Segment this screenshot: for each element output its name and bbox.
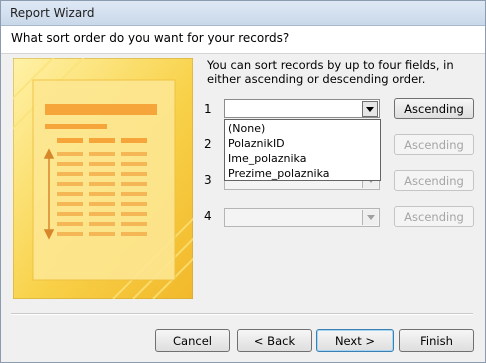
cancel-label: Cancel [173,333,212,348]
sort-field-1-dropdown-list: (None) PolaznikID Ime_polaznika Prezime_… [224,119,381,181]
sort-order-1-button[interactable]: Ascending [394,98,474,119]
dropdown-option[interactable]: (None) [225,121,380,136]
finish-button[interactable]: Finish [399,329,474,352]
sort-row-1-number: 1 [204,102,212,116]
dropdown-option[interactable]: PolaznikID [225,136,380,151]
sort-field-4-combo[interactable] [224,208,380,227]
next-button[interactable]: Next > [316,329,394,352]
sort-description: You can sort records by up to four field… [207,58,454,86]
window-title: Report Wizard [10,6,95,20]
report-wizard-window: Report Wizard What sort order do you wan… [0,0,486,363]
finish-label: Finish [420,333,453,348]
title-bar: Report Wizard [1,1,485,26]
sort-order-4-button[interactable]: Ascending [394,206,474,227]
next-label: Next > [334,333,376,348]
sort-order-4-label: Ascending [404,209,464,224]
sort-order-2-button[interactable]: Ascending [394,134,474,155]
sort-order-3-button[interactable]: Ascending [394,170,474,191]
chevron-down-icon[interactable] [362,101,378,117]
cancel-button[interactable]: Cancel [155,329,230,352]
back-label: < Back [253,333,296,348]
sort-order-2-label: Ascending [404,137,464,152]
dropdown-option[interactable]: Prezime_polaznika [225,166,380,181]
sort-field-1-combo[interactable] [224,99,380,118]
chevron-down-icon[interactable] [362,210,378,225]
dropdown-option[interactable]: Ime_polaznika [225,151,380,166]
footer-separator [11,313,473,315]
sort-order-1-label: Ascending [404,101,464,116]
back-button[interactable]: < Back [237,329,312,352]
sort-order-3-label: Ascending [404,173,464,188]
sort-row-4-number: 4 [204,209,212,223]
header-band: What sort order do you want for your rec… [1,26,485,54]
sort-row-3-number: 3 [204,173,212,187]
report-illustration [13,58,193,299]
sort-row-2-number: 2 [204,137,212,151]
wizard-question: What sort order do you want for your rec… [11,31,290,45]
